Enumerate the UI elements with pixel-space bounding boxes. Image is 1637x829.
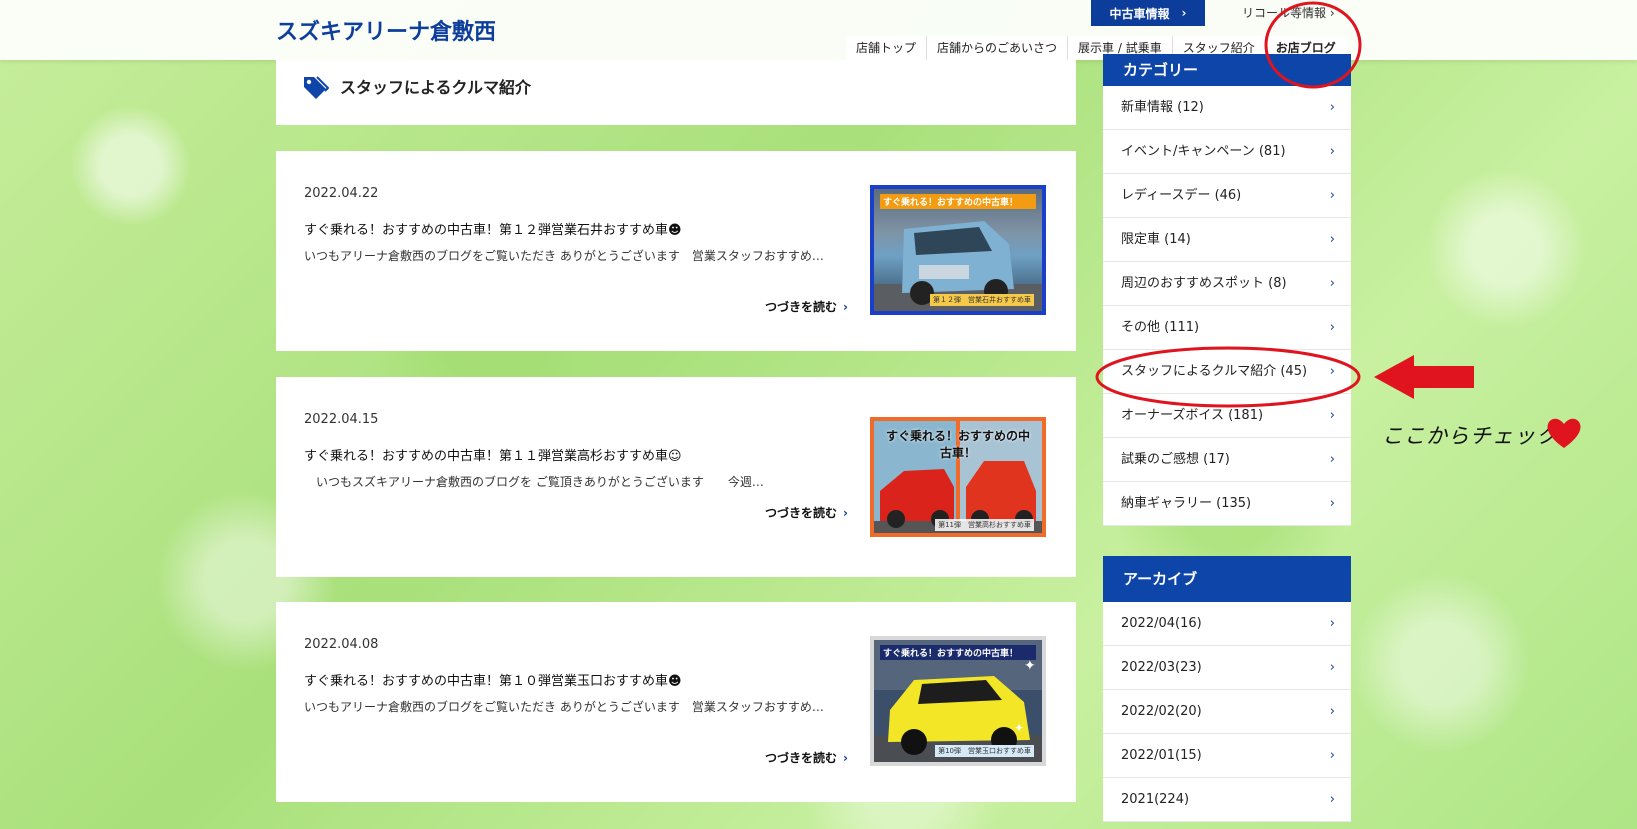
- category-label: オーナーズボイス (181): [1121, 408, 1264, 423]
- archive-item[interactable]: 2022/02(20) ›: [1103, 690, 1351, 734]
- thumb-caption: すぐ乗れる！おすすめの中古車！: [880, 194, 1036, 209]
- category-label: その他 (111): [1121, 320, 1200, 335]
- chevron-right-icon: ›: [1329, 704, 1335, 719]
- archive-label: 2022/03(23): [1121, 660, 1202, 675]
- chevron-right-icon: ›: [843, 751, 848, 765]
- used-car-button[interactable]: 中古車情報 ›: [1091, 0, 1205, 26]
- blog-post: 2022.04.15 すぐ乗れる！おすすめの中古車！第１１弾営業高杉おすすめ車☺…: [276, 377, 1076, 577]
- used-car-label: 中古車情報: [1109, 6, 1170, 21]
- category-label: 試乗のご感想 (17): [1121, 452, 1230, 467]
- archive-widget: アーカイブ 2022/04(16) › 2022/03(23) › 2022/02(…: [1103, 556, 1351, 822]
- archive-item[interactable]: 2022/03(23) ›: [1103, 646, 1351, 690]
- post-thumbnail[interactable]: すぐ乗れる！おすすめの中古車！ 第１２弾 営業石井おすすめ車: [870, 185, 1046, 315]
- svg-text:✦: ✦: [1014, 721, 1024, 735]
- chevron-right-icon: ›: [843, 300, 848, 314]
- post-date: 2022.04.08: [304, 637, 379, 652]
- post-excerpt: いつもアリーナ倉敷西のブログをご覧いただき ありがとうございます 営業スタッフお…: [304, 700, 824, 714]
- heart-icon: [1547, 418, 1581, 448]
- annotation-text: ここからチェック: [1382, 424, 1558, 448]
- post-thumbnail[interactable]: すぐ乗れる！おすすめの中古車！ 第11弾 営業高杉おすすめ車: [870, 417, 1046, 537]
- category-item[interactable]: 周辺のおすすめスポット (8) ›: [1103, 262, 1351, 306]
- chevron-right-icon: ›: [1329, 792, 1335, 807]
- category-label: 新車情報 (12): [1121, 100, 1204, 115]
- chevron-right-icon: ›: [1329, 188, 1335, 203]
- site-title[interactable]: スズキアリーナ倉敷西: [276, 14, 496, 46]
- chevron-right-icon: ›: [1329, 496, 1335, 511]
- annotation-circle-category: [1095, 346, 1361, 408]
- chevron-right-icon: ›: [1329, 144, 1335, 159]
- post-thumbnail[interactable]: ✦ ✦ すぐ乗れる！おすすめの中古車！ 第10弾 営業玉口おすすめ車: [870, 636, 1046, 766]
- post-title[interactable]: すぐ乗れる！おすすめの中古車！第１２弾営業石井おすすめ車☻: [304, 219, 682, 238]
- category-label: レディースデー (46): [1121, 188, 1242, 203]
- archive-label: 2021(224): [1121, 792, 1190, 807]
- annotation-circle-blog: [1264, 1, 1362, 89]
- read-more-link[interactable]: つづきを読む ›: [748, 504, 848, 521]
- category-item[interactable]: 試乗のご感想 (17) ›: [1103, 438, 1351, 482]
- archive-label: 2022/04(16): [1121, 616, 1202, 631]
- read-more-link[interactable]: つづきを読む ›: [748, 298, 848, 315]
- post-title[interactable]: すぐ乗れる！おすすめの中古車！第１０弾営業玉口おすすめ車☻: [304, 670, 682, 689]
- archive-heading: アーカイブ: [1103, 556, 1351, 602]
- categories-widget: カテゴリー 新車情報 (12) › イベント/キャンペーン (81) › レディース…: [1103, 54, 1351, 526]
- thumb-subcaption: 第１２弾 営業石井おすすめ車: [930, 294, 1034, 306]
- tag-icon: [304, 76, 329, 99]
- arrow-left-icon: [1374, 355, 1474, 399]
- chevron-right-icon: ›: [1329, 276, 1335, 291]
- thumb-subcaption: 第10弾 営業玉口おすすめ車: [935, 745, 1034, 757]
- thumb-caption: すぐ乗れる！おすすめの中古車！: [880, 645, 1036, 660]
- read-more-label: つづきを読む: [765, 506, 838, 520]
- thumb-caption: すぐ乗れる！おすすめの中古車！: [885, 429, 1030, 460]
- category-item[interactable]: イベント/キャンペーン (81) ›: [1103, 130, 1351, 174]
- chevron-right-icon: ›: [1329, 748, 1335, 763]
- archive-label: 2022/01(15): [1121, 748, 1202, 763]
- category-label: 限定車 (14): [1121, 232, 1191, 247]
- blog-post: 2022.04.22 すぐ乗れる！おすすめの中古車！第１２弾営業石井おすすめ車☻…: [276, 151, 1076, 351]
- chevron-right-icon: ›: [1329, 232, 1335, 247]
- archive-item[interactable]: 2022/01(15) ›: [1103, 734, 1351, 778]
- svg-text:✦: ✦: [1024, 658, 1036, 674]
- category-label: イベント/キャンペーン (81): [1121, 144, 1286, 159]
- read-more-label: つづきを読む: [765, 300, 838, 314]
- post-excerpt: いつもアリーナ倉敷西のブログをご覧いただき ありがとうございます 営業スタッフお…: [304, 249, 824, 263]
- chevron-right-icon: ›: [1329, 452, 1335, 467]
- chevron-right-icon: ›: [1329, 616, 1335, 631]
- read-more-link[interactable]: つづきを読む ›: [748, 749, 848, 766]
- page-heading-card: スタッフによるクルマ紹介: [276, 60, 1076, 125]
- archive-label: 2022/02(20): [1121, 704, 1202, 719]
- chevron-right-icon: ›: [1181, 6, 1187, 20]
- page-title: スタッフによるクルマ紹介: [340, 78, 532, 97]
- read-more-label: つづきを読む: [765, 751, 838, 765]
- nav-item-store-top[interactable]: 店舗トップ: [846, 36, 927, 60]
- post-date: 2022.04.15: [304, 412, 379, 427]
- thumb-subcaption: 第11弾 営業高杉おすすめ車: [935, 519, 1034, 531]
- category-item[interactable]: レディースデー (46) ›: [1103, 174, 1351, 218]
- category-item[interactable]: 限定車 (14) ›: [1103, 218, 1351, 262]
- post-excerpt: いつもスズキアリーナ倉敷西のブログを ご覧頂きありがとうございます 今週…: [304, 475, 764, 489]
- blog-post: 2022.04.08 すぐ乗れる！おすすめの中古車！第１０弾営業玉口おすすめ車☻…: [276, 602, 1076, 802]
- archive-item[interactable]: 2022/04(16) ›: [1103, 602, 1351, 646]
- post-title[interactable]: すぐ乗れる！おすすめの中古車！第１１弾営業高杉おすすめ車☺: [304, 445, 682, 464]
- chevron-right-icon: ›: [1329, 660, 1335, 675]
- post-date: 2022.04.22: [304, 186, 379, 201]
- category-label: 周辺のおすすめスポット (8): [1121, 276, 1287, 291]
- chevron-right-icon: ›: [843, 506, 848, 520]
- archive-item[interactable]: 2021(224) ›: [1103, 778, 1351, 822]
- site-header: スズキアリーナ倉敷西 中古車情報 › リコール等情報 › 店舗トップ 店舗からの…: [0, 0, 1637, 60]
- category-label: 納車ギャラリー (135): [1121, 496, 1252, 511]
- nav-item-greeting[interactable]: 店舗からのごあいさつ: [926, 36, 1068, 60]
- category-item[interactable]: 納車ギャラリー (135) ›: [1103, 482, 1351, 526]
